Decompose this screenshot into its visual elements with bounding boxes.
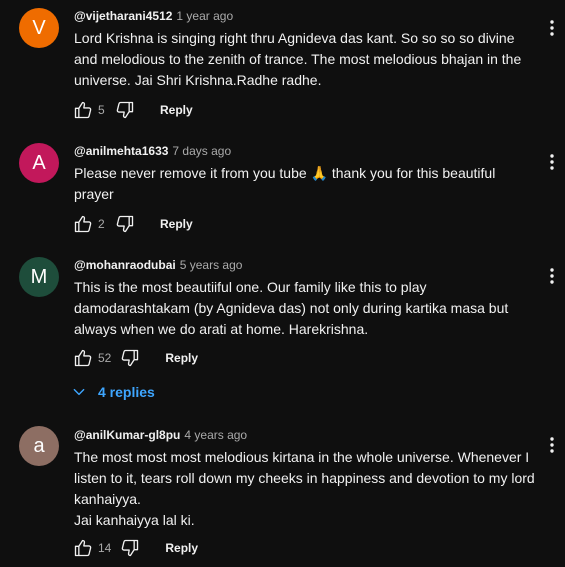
comment-author[interactable]: @anilmehta1633 bbox=[74, 144, 168, 158]
avatar[interactable]: A bbox=[19, 143, 59, 183]
dislike-button[interactable] bbox=[119, 537, 141, 559]
like-count: 52 bbox=[98, 351, 112, 365]
more-vert-icon bbox=[550, 437, 554, 453]
comment-header: @anilmehta1633 7 days ago bbox=[74, 144, 231, 158]
comment-text: Lord Krishna is singing right thru Agnid… bbox=[74, 28, 529, 91]
like-button[interactable] bbox=[72, 347, 94, 369]
thumbs-up-icon bbox=[74, 215, 92, 233]
comment-actions: 5 Reply bbox=[72, 98, 193, 122]
like-count: 2 bbox=[98, 217, 105, 231]
comment-time[interactable]: 4 years ago bbox=[184, 428, 247, 442]
comment-text: This is the most beautiiful one. Our fam… bbox=[74, 277, 539, 340]
thumbs-up-icon bbox=[74, 539, 92, 557]
thumbs-down-icon bbox=[122, 539, 139, 557]
comment-header: @vijetharani4512 1 year ago bbox=[74, 9, 233, 23]
comment-actions: 52 Reply bbox=[72, 346, 198, 370]
avatar-letter: V bbox=[32, 17, 46, 39]
thumbs-down-icon bbox=[116, 101, 134, 119]
more-vert-icon bbox=[550, 268, 554, 284]
more-vert-icon bbox=[550, 20, 554, 36]
comment-text: Please never remove it from you tube 🙏 t… bbox=[74, 163, 514, 205]
comment-header: @anilKumar-gl8pu 4 years ago bbox=[74, 428, 247, 442]
dislike-button[interactable] bbox=[114, 99, 136, 121]
more-actions-button[interactable] bbox=[544, 435, 560, 455]
comment-line: Jai kanhaiyya lal ki. bbox=[74, 512, 195, 528]
like-button[interactable] bbox=[72, 537, 94, 559]
comment-author[interactable]: @mohanraodubai bbox=[74, 258, 176, 272]
reply-button[interactable]: Reply bbox=[165, 541, 198, 555]
comment-line: Please never remove it from you tube 🙏 t… bbox=[74, 165, 496, 202]
view-replies-button[interactable]: 4 replies bbox=[72, 380, 155, 404]
comment-text: The most most most melodious kirtana in … bbox=[74, 447, 536, 531]
comment-time[interactable]: 1 year ago bbox=[176, 9, 233, 23]
thumbs-down-icon bbox=[116, 215, 134, 233]
comment-header: @mohanraodubai 5 years ago bbox=[74, 258, 242, 272]
comment-time[interactable]: 5 years ago bbox=[180, 258, 243, 272]
thumbs-up-icon bbox=[74, 349, 92, 367]
thumbs-up-icon bbox=[74, 101, 92, 119]
comment-line: The most most most melodious kirtana in … bbox=[74, 449, 535, 507]
reply-button[interactable]: Reply bbox=[160, 217, 193, 231]
avatar[interactable]: V bbox=[19, 8, 59, 48]
avatar-letter: A bbox=[32, 152, 46, 174]
view-replies-label: 4 replies bbox=[98, 384, 155, 400]
avatar[interactable]: a bbox=[19, 426, 59, 466]
more-actions-button[interactable] bbox=[544, 152, 560, 172]
reply-button[interactable]: Reply bbox=[160, 103, 193, 117]
avatar-letter: a bbox=[33, 435, 45, 457]
more-actions-button[interactable] bbox=[544, 18, 560, 38]
like-count: 14 bbox=[98, 541, 112, 555]
more-vert-icon bbox=[550, 154, 554, 170]
like-count: 5 bbox=[98, 103, 105, 117]
comment-actions: 2 Reply bbox=[72, 212, 193, 236]
comment-line: Lord Krishna is singing right thru Agnid… bbox=[74, 30, 522, 88]
avatar-letter: M bbox=[30, 266, 48, 288]
reply-button[interactable]: Reply bbox=[165, 351, 198, 365]
comment-time[interactable]: 7 days ago bbox=[172, 144, 231, 158]
comment-actions: 14 Reply bbox=[72, 536, 198, 560]
comment-author[interactable]: @vijetharani4512 bbox=[74, 9, 172, 23]
comment-line: This is the most beautiiful one. Our fam… bbox=[74, 279, 509, 337]
thumbs-down-icon bbox=[122, 349, 139, 367]
dislike-button[interactable] bbox=[119, 347, 141, 369]
avatar[interactable]: M bbox=[19, 257, 59, 297]
like-button[interactable] bbox=[72, 213, 94, 235]
dislike-button[interactable] bbox=[114, 213, 136, 235]
comment-author[interactable]: @anilKumar-gl8pu bbox=[74, 428, 180, 442]
chevron-down-icon bbox=[73, 388, 85, 396]
more-actions-button[interactable] bbox=[544, 266, 560, 286]
like-button[interactable] bbox=[72, 99, 94, 121]
